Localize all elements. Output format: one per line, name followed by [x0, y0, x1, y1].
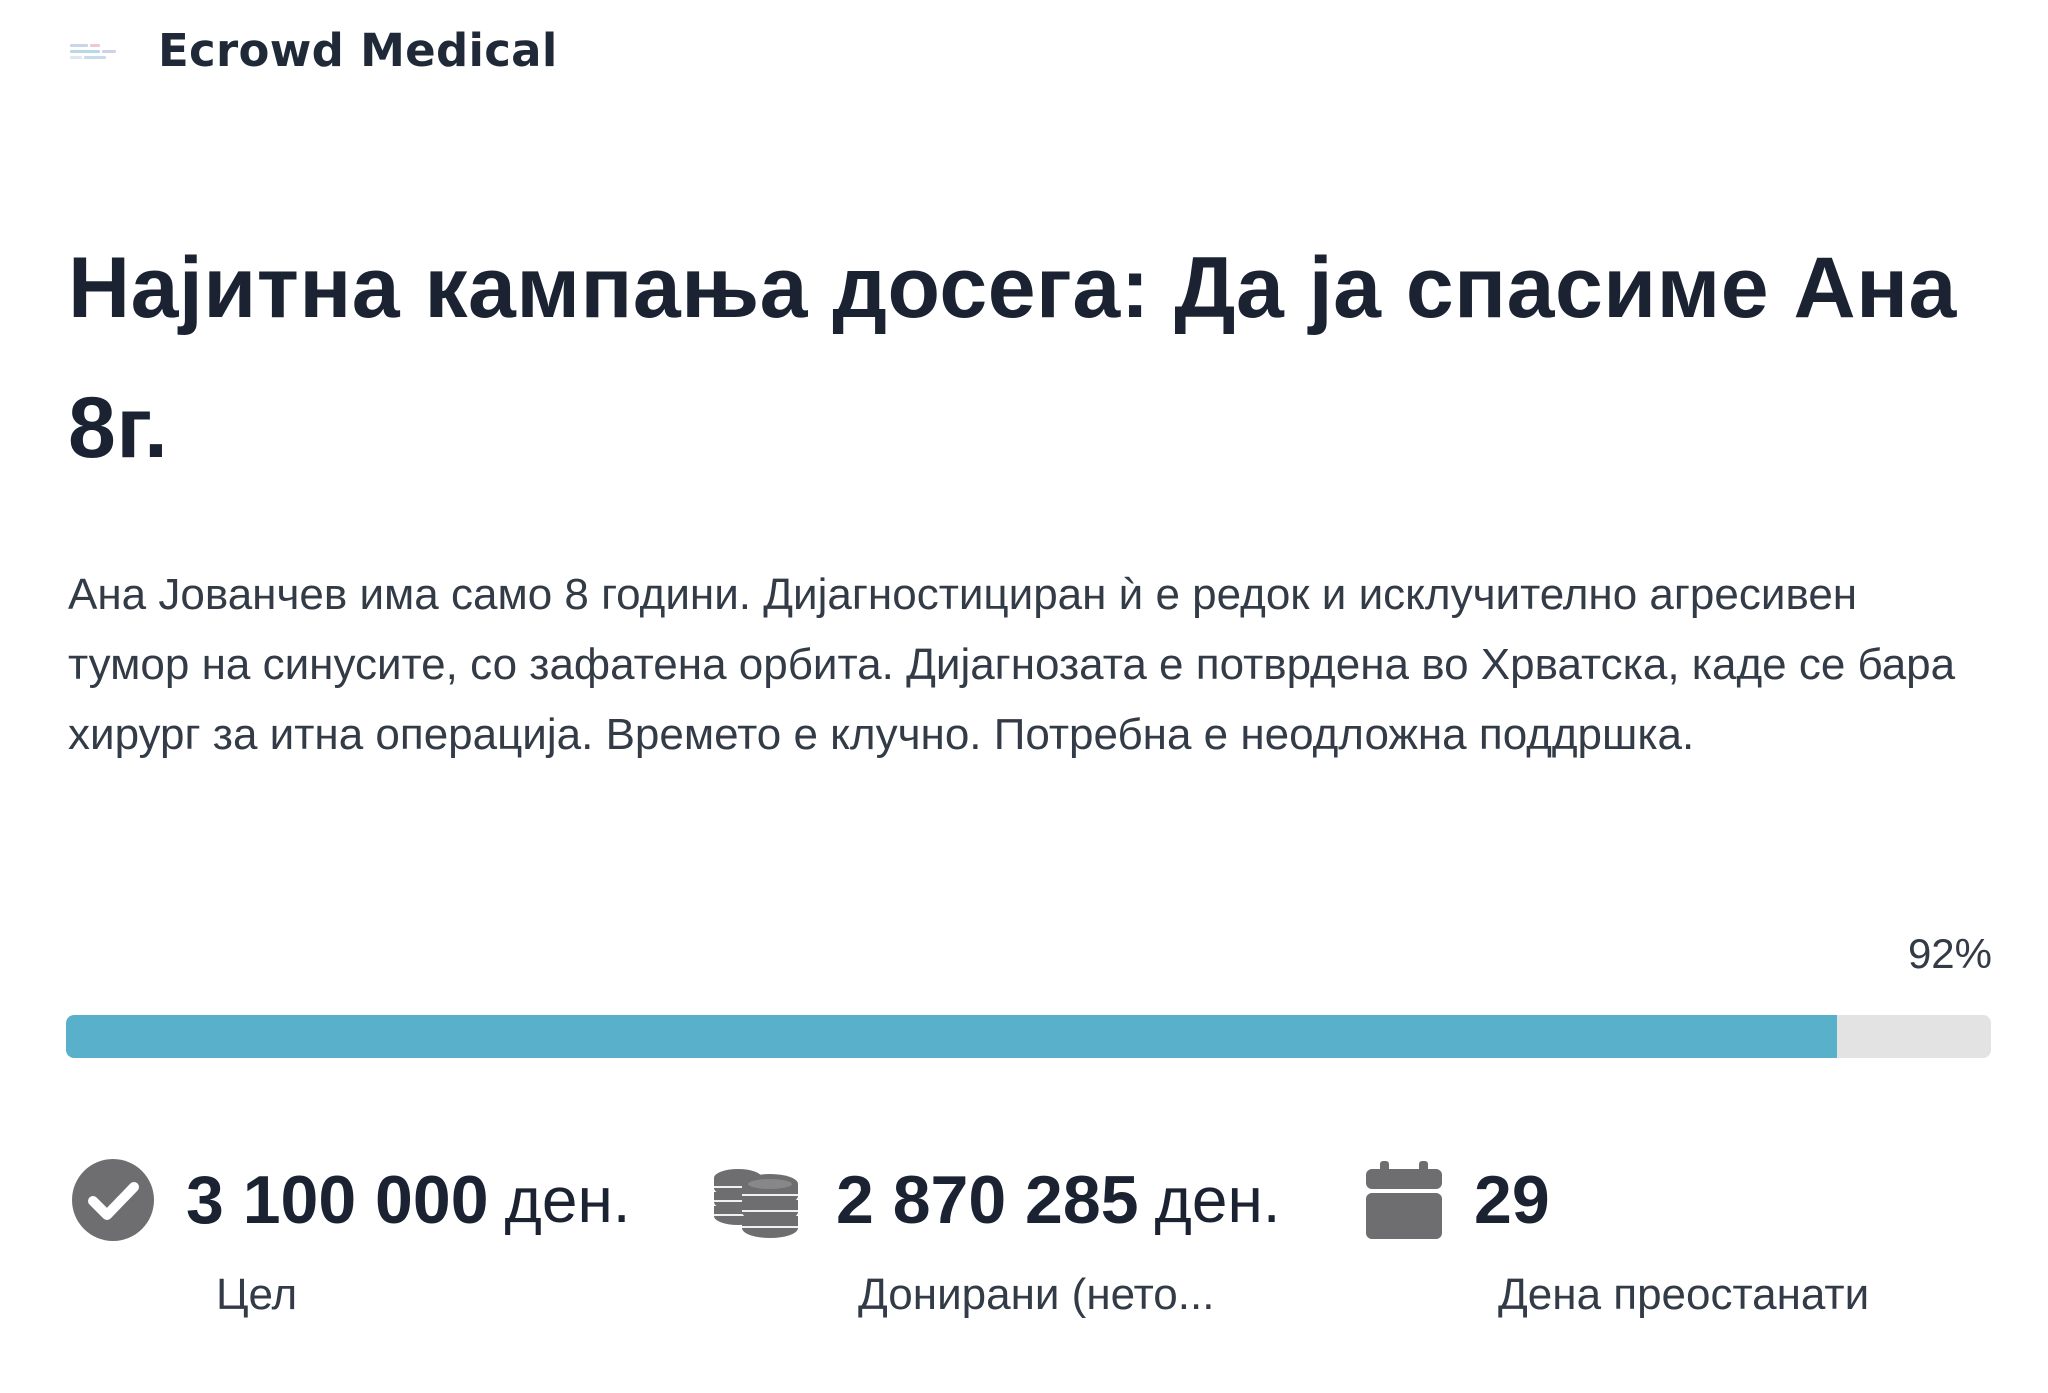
campaign-title: Најитна кампања досега: Да ја спасиме Ан…: [68, 240, 1957, 476]
progress-percent: 92%: [1907, 930, 1992, 977]
donated-amount: 2 870 285: [836, 1162, 1139, 1238]
goal-currency: ден.: [504, 1164, 631, 1236]
brand-logo-icon[interactable]: [66, 38, 124, 62]
coins-stack-icon: [710, 1160, 806, 1240]
donated-label: Донирани (нето...: [858, 1270, 1215, 1319]
days-remaining-count: 29: [1474, 1162, 1550, 1238]
site-header: Ecrowd Medical: [66, 14, 558, 86]
goal-label: Цел: [216, 1270, 298, 1319]
progress-bar-fill: [66, 1015, 1837, 1058]
goal-amount: 3 100 000: [186, 1162, 489, 1238]
check-circle-icon: [70, 1157, 156, 1243]
days-remaining-label: Дена преостанати: [1498, 1270, 1870, 1319]
brand-name[interactable]: Ecrowd Medical: [158, 24, 558, 77]
donated-stat: 2 870 285 ден.: [710, 1150, 1281, 1250]
progress-bar: [66, 1015, 1991, 1058]
goal-stat: 3 100 000 ден.: [70, 1150, 631, 1250]
donated-currency: ден.: [1154, 1164, 1281, 1236]
days-stat: 29: [1364, 1150, 1550, 1250]
campaign-description: Ана Јованчев има само 8 години. Дијагнос…: [68, 570, 1956, 759]
calendar-icon: [1364, 1159, 1444, 1241]
